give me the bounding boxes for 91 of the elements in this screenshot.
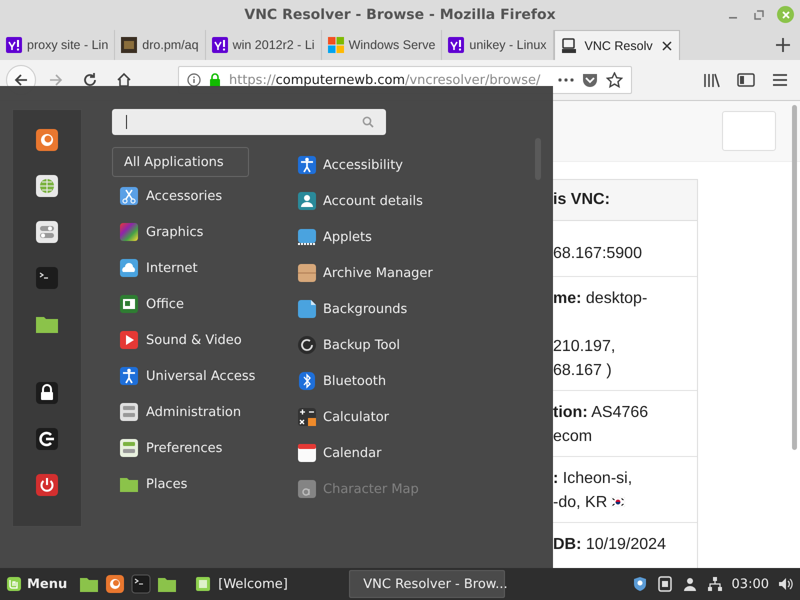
- user-icon: [297, 191, 317, 211]
- calculator-icon: [297, 407, 317, 427]
- image-favicon-icon: [121, 37, 138, 53]
- application-item[interactable]: Backgrounds: [297, 291, 433, 327]
- new-tab-icon[interactable]: [775, 37, 791, 53]
- category-item[interactable]: Internet: [112, 250, 297, 286]
- toggles-app-icon[interactable]: [35, 220, 59, 244]
- window-button[interactable]: [Welcome]: [189, 570, 346, 598]
- box-icon: [297, 263, 317, 283]
- mint-logo-icon: [6, 576, 22, 592]
- flag-icon: [611, 497, 626, 507]
- play-icon: [119, 330, 139, 350]
- panel-icon: [297, 227, 317, 247]
- pocket-icon[interactable]: [582, 72, 598, 88]
- search-icon: [362, 116, 374, 128]
- volume-icon[interactable]: [778, 576, 794, 592]
- info-text: -do, KR: [553, 493, 608, 513]
- clipboard-icon[interactable]: [656, 576, 673, 592]
- category-item[interactable]: Accessories: [112, 178, 297, 214]
- url-text: https://computernewb.com/vncresolver/browse/: [229, 72, 540, 88]
- application-item[interactable]: Bluetooth: [297, 363, 433, 399]
- home-icon[interactable]: [115, 71, 133, 89]
- info-text: DB: 10/19/2024: [553, 535, 667, 555]
- application-item[interactable]: Account details: [297, 183, 433, 219]
- scissors-icon: [119, 186, 139, 206]
- welcome-icon: [195, 576, 212, 592]
- shield-icon[interactable]: [632, 576, 648, 592]
- fox-app-icon[interactable]: [105, 574, 126, 594]
- calendar-icon: [297, 443, 317, 463]
- power-icon[interactable]: [35, 473, 59, 497]
- site-favicon-icon: [448, 37, 464, 53]
- terminal-icon[interactable]: [131, 574, 152, 594]
- computer-favicon-icon: [560, 38, 577, 54]
- info-text: 68.167:5900: [553, 244, 643, 264]
- info-text: ecom: [553, 427, 594, 447]
- clock[interactable]: 03:00: [732, 576, 769, 592]
- logout-icon[interactable]: [35, 427, 59, 451]
- application-item[interactable]: Backup Tool: [297, 327, 433, 363]
- site-favicon-icon: [6, 37, 22, 53]
- application-item[interactable]: Accessibility: [297, 147, 433, 183]
- browser-tab[interactable]: VNC Resolv: [554, 30, 680, 60]
- network-icon[interactable]: [706, 576, 723, 592]
- application-item[interactable]: Calculator: [297, 399, 433, 435]
- category-item[interactable]: All Applications: [112, 147, 249, 177]
- scrollbar[interactable]: [792, 105, 797, 450]
- reload-icon[interactable]: [81, 71, 99, 89]
- category-item[interactable]: Administration: [112, 394, 297, 430]
- image-icon: [297, 299, 317, 319]
- lock-icon[interactable]: [209, 73, 221, 87]
- info-text: : Icheon-si,: [553, 469, 634, 489]
- category-item[interactable]: Universal Access: [112, 358, 297, 394]
- document-icon: [119, 294, 139, 314]
- fox-app-icon[interactable]: [35, 128, 59, 152]
- tiles-favicon-icon: [328, 37, 344, 53]
- rainbow-icon: [119, 222, 139, 242]
- toggles-icon: [119, 438, 139, 458]
- window-title: VNC Resolver - Browse - Mozilla Firefox: [244, 7, 556, 23]
- application-item[interactable]: Applets: [297, 219, 433, 255]
- category-item[interactable]: Office: [112, 286, 297, 322]
- category-item[interactable]: Places: [112, 466, 297, 502]
- application-item[interactable]: Archive Manager: [297, 255, 433, 291]
- info-text: 68.167 ): [553, 361, 613, 381]
- bookmark-star-icon[interactable]: [606, 72, 623, 88]
- person-icon: [297, 155, 317, 175]
- text-cursor: [126, 115, 127, 129]
- category-item[interactable]: Preferences: [112, 430, 297, 466]
- menu-button[interactable]: Menu: [0, 568, 74, 600]
- more-icon[interactable]: [558, 78, 574, 82]
- maximize-icon[interactable]: [754, 10, 764, 20]
- lock-screen-icon[interactable]: [35, 381, 59, 405]
- person-icon: [119, 366, 139, 386]
- site-favicon-icon: [212, 37, 228, 53]
- terminal-app-icon[interactable]: [35, 266, 59, 290]
- info-text: 210.197,: [553, 337, 616, 357]
- bluetooth-icon: [297, 371, 317, 391]
- character-icon: [297, 479, 317, 499]
- close-tab-icon[interactable]: [660, 40, 673, 52]
- info-icon[interactable]: [187, 73, 201, 87]
- application-item[interactable]: Calendar: [297, 435, 433, 471]
- close-icon: [780, 10, 790, 20]
- globe-app-icon[interactable]: [35, 174, 59, 198]
- toggles-icon: [119, 402, 139, 422]
- category-item[interactable]: Sound & Video: [112, 322, 297, 358]
- cloud-icon: [119, 258, 139, 278]
- window-button[interactable]: VNC Resolver - Brow...: [349, 570, 506, 598]
- user-icon[interactable]: [682, 576, 698, 592]
- search-field[interactable]: [112, 109, 386, 135]
- category-item[interactable]: Graphics: [112, 214, 297, 250]
- card-heading: is VNC:: [553, 180, 697, 221]
- info-text: tion: AS4766: [553, 403, 650, 423]
- info-text: me: desktop-: [553, 289, 648, 309]
